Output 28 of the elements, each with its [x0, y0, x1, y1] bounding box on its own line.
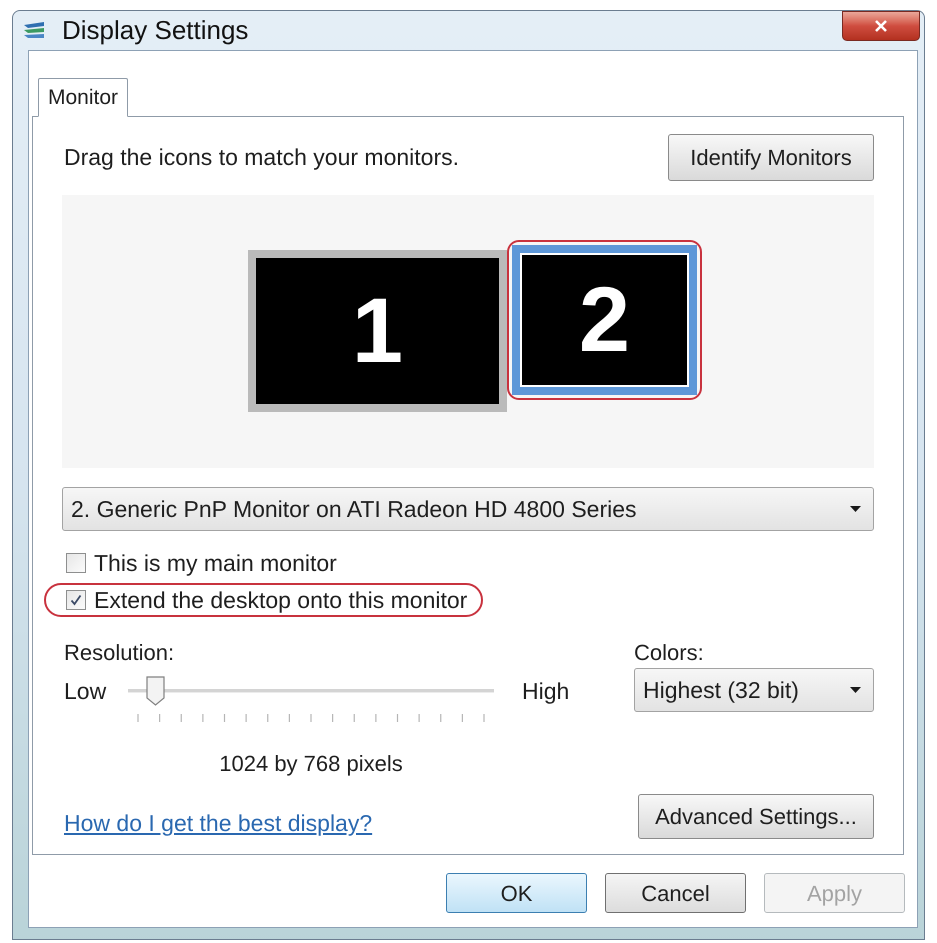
help-link[interactable]: How do I get the best display? [62, 806, 372, 840]
advanced-settings-button[interactable]: Advanced Settings... [638, 794, 874, 840]
window-title: Display Settings [62, 14, 248, 47]
resolution-label: Resolution: [63, 639, 174, 662]
low-label: Low [63, 678, 106, 704]
slider-track[interactable] [128, 676, 494, 706]
close-icon [874, 20, 888, 32]
checkbox-label[interactable]: Extend the desktop onto this monitor [94, 582, 468, 618]
instruction-text: Drag the icons to match your monitors. [63, 143, 459, 172]
close-button[interactable] [842, 11, 920, 41]
slider-thumb[interactable] [145, 676, 166, 706]
colors-label: Colors: [634, 639, 704, 662]
monitor-dropdown[interactable]: 2. Generic PnP Monitor on ATI Radeon HD 4800 Series [62, 487, 874, 531]
checkbox[interactable] [66, 590, 86, 610]
monitor-tab[interactable]: Monitor [38, 78, 128, 117]
checkbox[interactable] [66, 553, 86, 573]
dialog-button[interactable]: Cancel [605, 873, 746, 913]
identify-monitors-button[interactable]: Identify Monitors [668, 134, 874, 181]
caret-down-icon [850, 687, 861, 693]
checkbox-label[interactable]: This is my main monitor [94, 546, 337, 580]
monitor-tile[interactable]: 1 [248, 250, 507, 412]
monitor-tile[interactable]: 2 [512, 245, 697, 395]
checkmark-icon [70, 594, 82, 606]
window-icon [22, 20, 46, 40]
dialog-button[interactable]: OK [446, 873, 587, 913]
colors-dropdown[interactable]: Highest (32 bit) [634, 668, 874, 712]
high-label: High [522, 676, 570, 706]
caret-down-icon [850, 506, 861, 512]
